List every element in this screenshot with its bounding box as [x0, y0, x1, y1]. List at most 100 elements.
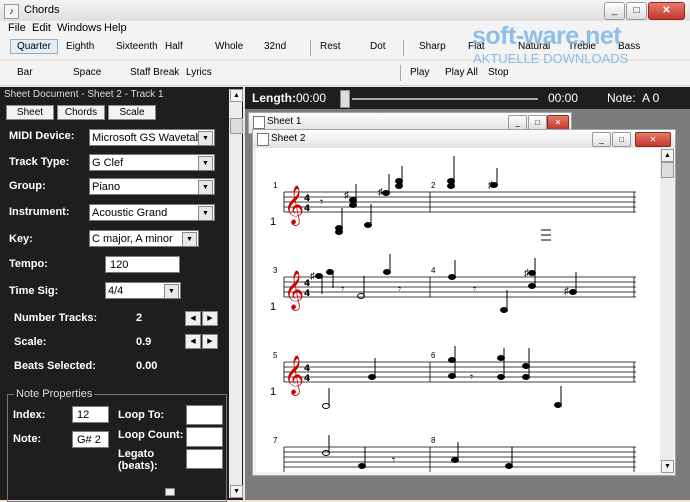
treble-clef-icon: 𝄞 𝄞 𝄞	[284, 185, 304, 396]
sheet2-close-button[interactable]: ✕	[635, 132, 671, 147]
sheet2-maximize-button[interactable]: □	[612, 132, 631, 147]
resize-grip[interactable]	[165, 488, 175, 496]
thirty-second-note-button[interactable]: 32nd	[264, 41, 286, 52]
instrument-label: Instrument:	[9, 206, 70, 218]
document-header: Sheet Document - Sheet 2 - Track 1	[4, 89, 164, 100]
legato-label-line1: Legato	[118, 448, 155, 460]
app-icon: ♪	[4, 4, 19, 19]
watermark-logo: soft-ware.net	[472, 22, 622, 50]
legato-label-line2: (beats):	[118, 460, 158, 472]
tab-scale[interactable]: Scale	[108, 105, 156, 120]
scale-increase-arrow-icon[interactable]: ▶	[202, 334, 218, 349]
midi-device-select[interactable]: Microsoft GS Wavetable ▼	[89, 129, 215, 146]
title-bar[interactable]: ♪ Chords _ □ ✕	[0, 0, 690, 22]
whole-note-button[interactable]: Whole	[215, 41, 243, 52]
tab-chords[interactable]: Chords	[57, 105, 105, 120]
bar-button[interactable]: Bar	[17, 67, 33, 78]
tab-sheet[interactable]: Sheet	[6, 105, 54, 120]
panel-scrollbar[interactable]	[229, 89, 242, 498]
score-canvas[interactable]: 𝄞 𝄞 𝄞 44 44 44 𝄾 ♯ ♯ ♯ ♯ 𝄾 𝄾 𝄾 ♯ ♯ 𝄾 𝄾 1…	[256, 148, 660, 472]
scroll-up-arrow-icon[interactable]: ▲	[230, 89, 243, 102]
toolbar-separator	[403, 40, 404, 56]
quarter-note-button[interactable]: Quarter	[10, 39, 58, 54]
length-label: Length:	[252, 91, 296, 105]
svg-text:4: 4	[304, 374, 310, 384]
menu-file[interactable]: File	[8, 22, 26, 34]
beats-selected-value: 0.00	[136, 360, 158, 372]
group-label: Group:	[9, 180, 46, 192]
stop-button[interactable]: Stop	[488, 67, 509, 78]
scroll-thumb[interactable]	[230, 118, 243, 134]
menu-windows[interactable]: Windows	[57, 22, 102, 34]
document-icon	[253, 116, 265, 129]
note-readout-label: Note:	[607, 91, 636, 105]
sharp-button[interactable]: Sharp	[419, 41, 446, 52]
svg-text:𝄞: 𝄞	[284, 270, 304, 311]
group-select[interactable]: Piano ▼	[89, 178, 215, 195]
track-type-select[interactable]: G Clef ▼	[89, 154, 215, 171]
close-button[interactable]: ✕	[648, 2, 685, 20]
svg-text:4: 4	[304, 194, 310, 204]
scroll-down-arrow-icon[interactable]: ▼	[230, 485, 243, 498]
loop-to-input[interactable]	[186, 405, 223, 425]
sheet1-maximize-button[interactable]: □	[528, 115, 547, 130]
scroll-thumb[interactable]	[661, 162, 674, 178]
index-label: Index:	[13, 409, 46, 421]
svg-text:𝄾: 𝄾	[392, 453, 395, 467]
position-slider-thumb[interactable]	[340, 90, 350, 108]
scale-decrease-arrow-icon[interactable]: ◀	[185, 334, 201, 349]
measure-number: 1	[273, 181, 278, 190]
half-note-button[interactable]: Half	[165, 41, 183, 52]
eighth-note-button[interactable]: Eighth	[66, 41, 94, 52]
svg-text:𝄾: 𝄾	[341, 282, 344, 296]
tempo-input[interactable]: 120	[105, 256, 180, 273]
menu-help[interactable]: Help	[104, 22, 127, 34]
note-input[interactable]: G# 2	[72, 431, 109, 448]
tracks-decrease-arrow-icon[interactable]: ◀	[185, 311, 201, 326]
track-type-label: Track Type:	[9, 156, 70, 168]
space-button[interactable]: Space	[73, 67, 101, 78]
scroll-up-arrow-icon[interactable]: ▲	[661, 149, 674, 162]
scale-label: Scale:	[14, 336, 47, 348]
key-select[interactable]: C major, A minor ▼	[89, 230, 199, 247]
sixteenth-note-button[interactable]: Sixteenth	[116, 41, 158, 52]
measure-number: 3	[273, 266, 278, 275]
dot-button[interactable]: Dot	[370, 41, 386, 52]
play-all-button[interactable]: Play All	[445, 67, 478, 78]
play-button[interactable]: Play	[410, 67, 429, 78]
lyrics-button[interactable]: Lyrics	[186, 67, 212, 78]
minimize-button[interactable]: _	[604, 2, 625, 20]
loop-count-label: Loop Count:	[118, 429, 184, 441]
index-input[interactable]: 12	[72, 406, 109, 423]
tracks-increase-arrow-icon[interactable]: ▶	[202, 311, 218, 326]
chevron-down-icon: ▼	[182, 232, 197, 246]
sheet1-close-button[interactable]: ✕	[547, 115, 569, 130]
svg-text:𝄞: 𝄞	[284, 185, 304, 226]
svg-text:𝄾: 𝄾	[473, 282, 476, 296]
instrument-select[interactable]: Acoustic Grand ▼	[89, 204, 215, 221]
staff-number: 1	[270, 216, 277, 228]
score-staves[interactable]: 𝄞𝄞𝄞 44 44 44 𝄾 ♯ ♯ ♯ ♯ 𝄾 𝄾 𝄾 ♯ ♯ 𝄾 𝄾	[256, 148, 660, 472]
sheet2-minimize-button[interactable]: _	[592, 132, 611, 147]
staff-break-button[interactable]: Staff Break	[130, 67, 179, 78]
position-slider-track[interactable]	[352, 98, 538, 100]
scroll-down-arrow-icon[interactable]: ▼	[661, 460, 674, 473]
staff-3	[283, 361, 636, 383]
maximize-button[interactable]: □	[626, 2, 647, 20]
sheet2-titlebar[interactable]: Sheet 2 _ □ ✕	[253, 130, 675, 148]
key-label: Key:	[9, 233, 33, 245]
staff-number: 1	[270, 386, 277, 398]
svg-text:♯: ♯	[310, 271, 315, 282]
svg-text:♯: ♯	[564, 286, 569, 297]
rest-button[interactable]: Rest	[320, 41, 341, 52]
svg-text:𝄞: 𝄞	[284, 355, 304, 396]
legato-input[interactable]	[186, 449, 223, 469]
svg-text:♯: ♯	[378, 187, 383, 198]
measure-number: 4	[431, 266, 436, 275]
note-label: Note:	[13, 433, 42, 445]
score-scrollbar[interactable]	[660, 148, 673, 472]
loop-count-input[interactable]	[186, 427, 223, 447]
time-sig-select[interactable]: 4/4 ▼	[105, 282, 181, 299]
menu-edit[interactable]: Edit	[32, 22, 51, 34]
sheet1-minimize-button[interactable]: _	[508, 115, 527, 130]
